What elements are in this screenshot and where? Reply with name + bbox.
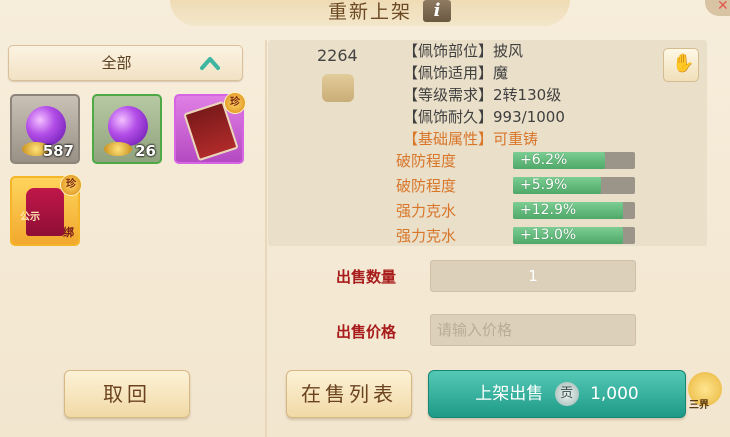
stat-name: 强力克水 bbox=[396, 227, 457, 245]
bound-mark: 绑 bbox=[63, 226, 74, 239]
inventory-slot-3[interactable]: 珍 bbox=[174, 92, 246, 164]
coin-icon bbox=[104, 142, 132, 156]
quantity-input[interactable] bbox=[431, 261, 635, 291]
category-label: 全部 bbox=[101, 54, 132, 72]
stat-value: +13.0% bbox=[520, 227, 577, 243]
item-number: 2264 bbox=[317, 46, 358, 65]
stat-name: 破防程度 bbox=[396, 177, 457, 195]
quantity-label: 出售数量 bbox=[336, 268, 397, 286]
stat-bar: +12.9% bbox=[513, 202, 635, 219]
price-field[interactable] bbox=[430, 314, 636, 346]
sell-label: 上架出售 bbox=[475, 384, 544, 404]
stat-value: +5.9% bbox=[520, 177, 568, 193]
stat-value: +6.2% bbox=[520, 152, 568, 168]
attr-slot: 【佩饰部位】披风 bbox=[403, 42, 524, 60]
stat-row: 破防程度 +6.2% bbox=[396, 150, 646, 172]
hand-icon: ✋ bbox=[672, 53, 695, 74]
item-count: 587 bbox=[42, 142, 74, 160]
title-bar: 重新上架 bbox=[170, 0, 570, 26]
gesture-button[interactable]: ✋ bbox=[663, 48, 699, 82]
stat-bar: +5.9% bbox=[513, 177, 635, 194]
info-button[interactable]: i bbox=[423, 0, 451, 22]
window-title: 重新上架 bbox=[327, 1, 412, 23]
sell-amount: 1,000 bbox=[590, 384, 639, 404]
price-label: 出售价格 bbox=[336, 323, 397, 341]
stat-row: 强力克水 +13.0% bbox=[396, 225, 646, 247]
inventory-slot-1[interactable]: 587 bbox=[10, 94, 80, 164]
quantity-field[interactable] bbox=[430, 260, 636, 292]
stat-bar: +6.2% bbox=[513, 152, 635, 169]
panel-divider bbox=[265, 40, 267, 437]
close-icon: ✕ bbox=[717, 0, 729, 14]
stat-name: 强力克水 bbox=[396, 202, 457, 220]
stat-value: +12.9% bbox=[520, 202, 577, 218]
public-tag: 公示 bbox=[20, 212, 40, 223]
chevron-up-icon bbox=[200, 57, 220, 70]
stat-name: 破防程度 bbox=[396, 152, 457, 170]
list-for-sale-button[interactable]: 上架出售 贡 1,000 bbox=[428, 370, 686, 418]
retrieve-button[interactable]: 取回 bbox=[64, 370, 190, 418]
purple-orb-icon bbox=[108, 106, 148, 146]
purple-orb-icon bbox=[26, 106, 66, 146]
item-count: 26 bbox=[135, 142, 156, 160]
bag-icon bbox=[322, 74, 354, 102]
stat-row: 强力克水 +12.9% bbox=[396, 200, 646, 222]
attr-applicable: 【佩饰适用】魔 bbox=[403, 64, 509, 82]
rare-badge: 珍 bbox=[60, 174, 82, 196]
realm-label: 三界 bbox=[689, 400, 709, 411]
tribute-coin-icon: 贡 bbox=[554, 382, 579, 406]
stat-bar: +13.0% bbox=[513, 227, 635, 244]
attr-base: 【基础属性】可重铸 bbox=[403, 130, 539, 148]
rare-badge: 珍 bbox=[224, 92, 246, 114]
on-sale-list-button[interactable]: 在售列表 bbox=[286, 370, 412, 418]
category-dropdown[interactable]: 全部 bbox=[8, 45, 243, 81]
inventory-slot-2[interactable]: 26 bbox=[92, 94, 162, 164]
attr-durability: 【佩饰耐久】993/1000 bbox=[403, 108, 565, 126]
stat-row: 破防程度 +5.9% bbox=[396, 175, 646, 197]
inventory-slot-4[interactable]: 公示 珍 绑 bbox=[10, 174, 82, 246]
price-input[interactable] bbox=[431, 315, 635, 345]
attr-level: 【等级需求】2转130级 bbox=[403, 86, 562, 104]
